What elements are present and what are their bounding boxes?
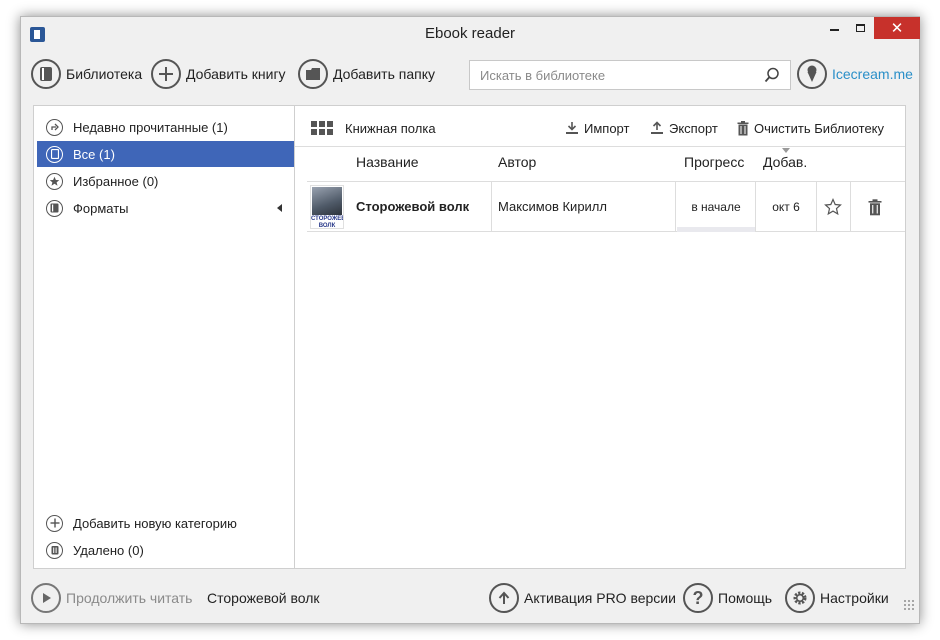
current-book-title[interactable]: Сторожевой волк	[207, 590, 320, 606]
brand-label[interactable]: Icecream.me	[832, 66, 913, 82]
grid-view-icon[interactable]	[311, 121, 333, 135]
help-icon: ?	[683, 583, 713, 613]
import-button[interactable]: Импорт	[565, 118, 629, 138]
add-icon	[151, 59, 181, 89]
delete-book-button[interactable]	[865, 197, 885, 217]
sidebar-item-all[interactable]: Все (1)	[37, 141, 294, 167]
sidebar-item-favorites[interactable]: Избранное (0)	[34, 168, 294, 194]
book-author: Максимов Кирилл	[498, 199, 607, 214]
arrow-up-icon	[489, 583, 519, 613]
trash-icon	[46, 541, 63, 559]
library-button[interactable]: Библиотека	[31, 57, 142, 91]
book-progress: в начале	[676, 182, 756, 232]
progress-bar	[677, 227, 755, 232]
sidebar-item-label: Все (1)	[73, 146, 115, 162]
sort-desc-icon	[782, 148, 790, 153]
sidebar: Недавно прочитанные (1) Все (1) Избранно…	[33, 105, 294, 569]
minimize-button[interactable]	[821, 17, 847, 39]
settings-label: Настройки	[820, 590, 889, 606]
help-label: Помощь	[718, 590, 773, 606]
maximize-button[interactable]	[847, 17, 873, 39]
search-input[interactable]	[470, 61, 750, 89]
add-category-button[interactable]: Добавить новую категорию	[34, 510, 294, 536]
help-button[interactable]: ? Помощь	[683, 581, 772, 615]
window-title: Ebook reader	[424, 25, 516, 42]
icecream-logo-icon	[797, 59, 827, 89]
continue-reading-button[interactable]: Продолжить читать	[31, 581, 192, 615]
status-bar: Продолжить читать Сторожевой волк Актива…	[21, 581, 919, 615]
bookshelf-label[interactable]: Книжная полка	[345, 121, 436, 136]
search-icon[interactable]	[764, 67, 780, 83]
table-row[interactable]: СТОРОЖЕВОЙ ВОЛК Сторожевой волк Максимов…	[307, 182, 905, 232]
import-label: Импорт	[584, 120, 630, 136]
trash-icon	[868, 198, 882, 215]
pro-activation-label: Активация PRO версии	[524, 590, 676, 606]
expand-arrow-icon[interactable]	[277, 204, 282, 212]
star-outline-icon	[824, 198, 842, 216]
formats-icon	[46, 199, 63, 217]
close-button[interactable]: ✕	[874, 17, 920, 39]
continue-reading-label: Продолжить читать	[66, 590, 193, 606]
star-icon	[46, 172, 63, 190]
add-category-label: Добавить новую категорию	[73, 515, 237, 531]
book-added-date: окт 6	[772, 200, 800, 214]
minimize-icon	[829, 29, 839, 31]
add-icon	[46, 514, 63, 532]
library-book-icon	[31, 59, 61, 89]
toolbar: Библиотека Добавить книгу Добавить папку…	[21, 57, 919, 91]
cover-title: СТОРОЖЕВОЙ ВОЛК	[311, 216, 343, 229]
resize-grip[interactable]	[903, 599, 915, 611]
favorite-star-button[interactable]	[823, 197, 843, 217]
add-folder-label: Добавить папку	[333, 66, 435, 82]
sidebar-item-label: Избранное (0)	[73, 173, 159, 189]
brand-link[interactable]: Icecream.me	[797, 57, 913, 91]
export-icon	[651, 121, 663, 134]
trash-icon	[737, 120, 749, 135]
book-list-panel: Книжная полка Импорт Экспорт Очистить Би…	[294, 105, 906, 569]
maximize-icon	[855, 24, 865, 32]
book-cover[interactable]: СТОРОЖЕВОЙ ВОЛК	[310, 185, 344, 229]
sidebar-item-deleted[interactable]: Удалено (0)	[34, 537, 294, 563]
divider	[491, 182, 492, 232]
cover-image	[312, 187, 342, 215]
column-header-author[interactable]: Автор	[498, 154, 536, 170]
search-box[interactable]	[469, 60, 791, 90]
column-header-progress[interactable]: Прогресс	[684, 154, 744, 170]
divider	[816, 182, 817, 232]
sidebar-item-label: Удалено (0)	[73, 542, 144, 558]
column-header-added[interactable]: Добав.	[763, 154, 807, 170]
library-label: Библиотека	[66, 66, 143, 82]
title-bar[interactable]: Ebook reader ✕	[21, 17, 920, 49]
app-window: Ebook reader ✕ Библиотека Добавить книгу…	[20, 16, 920, 624]
import-icon	[566, 122, 578, 134]
pro-activation-button[interactable]: Активация PRO версии	[489, 581, 676, 615]
book-title[interactable]: Сторожевой волк	[356, 199, 469, 214]
settings-button[interactable]: Настройки	[785, 581, 889, 615]
current-book-link[interactable]: Сторожевой волк	[202, 581, 320, 615]
book-icon	[46, 145, 63, 163]
divider	[295, 146, 905, 147]
sidebar-item-label: Форматы	[73, 200, 129, 216]
add-book-button[interactable]: Добавить книгу	[151, 57, 286, 91]
view-switcher[interactable]: Книжная полка	[311, 118, 436, 138]
recent-icon	[46, 118, 63, 136]
progress-text: в начале	[691, 200, 741, 214]
sidebar-item-formats[interactable]: Форматы	[34, 195, 294, 221]
add-folder-button[interactable]: Добавить папку	[298, 57, 435, 91]
sidebar-item-recent[interactable]: Недавно прочитанные (1)	[34, 114, 294, 140]
add-book-label: Добавить книгу	[186, 66, 286, 82]
folder-icon	[298, 59, 328, 89]
gear-icon	[785, 583, 815, 613]
export-button[interactable]: Экспорт	[650, 118, 718, 138]
clear-library-button[interactable]: Очистить Библиотеку	[737, 118, 884, 138]
play-icon	[31, 583, 61, 613]
export-label: Экспорт	[669, 120, 718, 136]
divider	[850, 182, 851, 232]
column-header-title[interactable]: Название	[356, 154, 419, 170]
clear-library-label: Очистить Библиотеку	[754, 120, 885, 136]
sidebar-item-label: Недавно прочитанные (1)	[73, 119, 228, 135]
